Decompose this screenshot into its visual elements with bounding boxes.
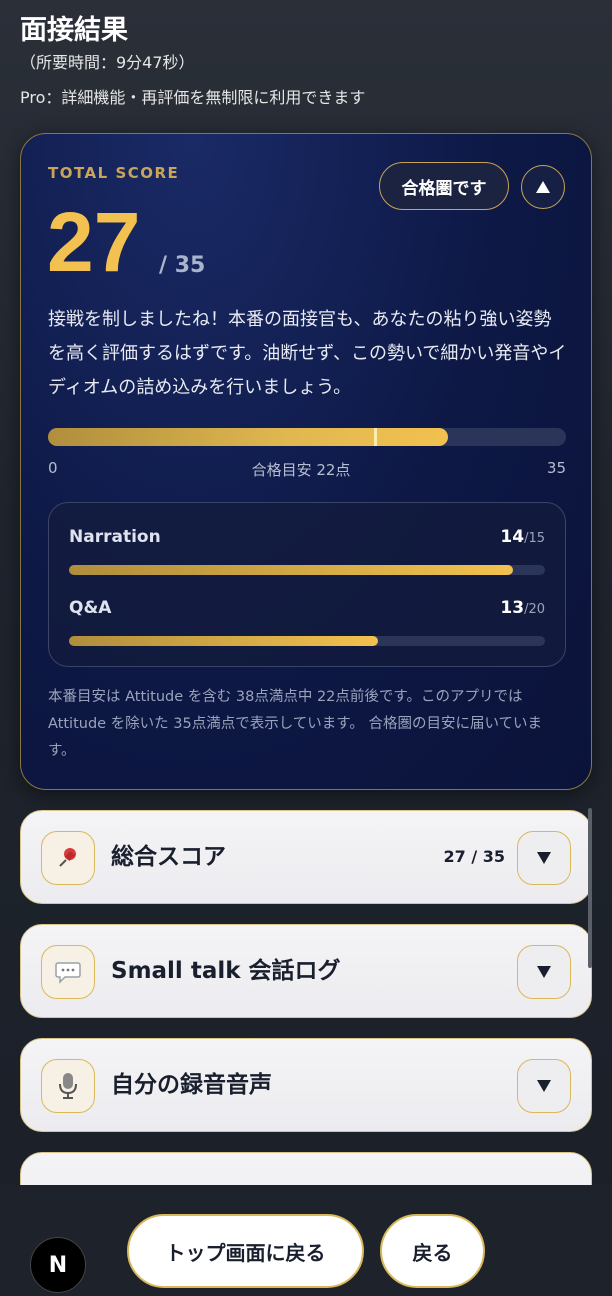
breakdown-score-value: 13 [500,598,525,618]
pushpin-icon [41,831,95,885]
progress-max-label: 35 [546,459,566,477]
breakdown-bar [69,565,545,575]
chevron-up-icon [536,181,550,193]
chevron-down-icon [537,1080,551,1092]
scrollbar[interactable] [588,808,592,968]
section-title: Small talk 会話ログ [111,958,341,984]
page-header: 面接結果 （所要時間：9分47秒） Pro：詳細機能・再評価を無制限に利用できま… [20,12,592,110]
section-small-talk-log[interactable]: Small talk 会話ログ [20,924,592,1018]
progress-min-label: 0 [48,459,58,477]
n-logo-icon[interactable]: N [30,1237,86,1293]
pass-status-badge: 合格圏です [379,162,509,210]
breakdown-score-value: 14 [500,527,525,547]
back-button[interactable]: 戻る [380,1214,485,1288]
microphone-icon [41,1059,95,1113]
breakdown-name: Q&A [69,598,112,618]
breakdown-score: 13/20 [500,598,545,618]
breakdown-score-max: /15 [524,531,545,546]
total-score-label: TOTAL SCORE [48,164,180,182]
chevron-down-icon [537,852,551,864]
speech-bubble-icon [41,945,95,999]
duration-text: （所要時間：9分47秒） [20,53,195,72]
total-score-max: / 35 [159,253,206,278]
score-footnote: 本番目安は Attitude を含む 38点満点中 22点前後です。このアプリで… [48,689,543,759]
total-score-value: 27 [47,195,141,289]
breakdown-bar-fill [69,565,514,575]
pass-guide-label: 合格目安 22点 [251,461,351,479]
score-progress-bar [48,428,566,446]
section-title: 自分の録音音声 [111,1072,272,1098]
section-total-score[interactable]: 総合スコア 27 / 35 [20,810,592,904]
breakdown-score: 14/15 [500,527,545,547]
score-breakdown: Narration 14/15 Q&A 13/20 [48,502,566,667]
feedback-message: 接戦を制しましたね！本番の面接官も、あなたの粘り強い姿勢を高く評価するはずです。… [48,309,567,398]
chevron-down-icon [537,966,551,978]
expand-button[interactable] [517,945,571,999]
section-value: 27 / 35 [443,847,505,866]
breakdown-name: Narration [69,527,161,547]
pro-note: Pro：詳細機能・再評価を無制限に利用できます [20,88,366,107]
expand-button[interactable] [517,831,571,885]
section-my-recording[interactable]: 自分の録音音声 [20,1038,592,1132]
breakdown-bar [69,636,545,646]
breakdown-bar-fill [69,636,379,646]
section-title: 総合スコア [111,844,226,870]
expand-button[interactable] [517,1059,571,1113]
score-progress-fill [48,428,448,446]
back-to-top-button[interactable]: トップ画面に戻る [127,1214,364,1288]
page-title: 面接結果 [20,15,128,46]
total-score-card: TOTAL SCORE 合格圏です 27 / 35 接戦を制しましたね！本番の面… [20,133,592,790]
breakdown-score-max: /20 [524,602,545,617]
collapse-button[interactable] [521,165,565,209]
pass-line-marker [373,428,377,446]
